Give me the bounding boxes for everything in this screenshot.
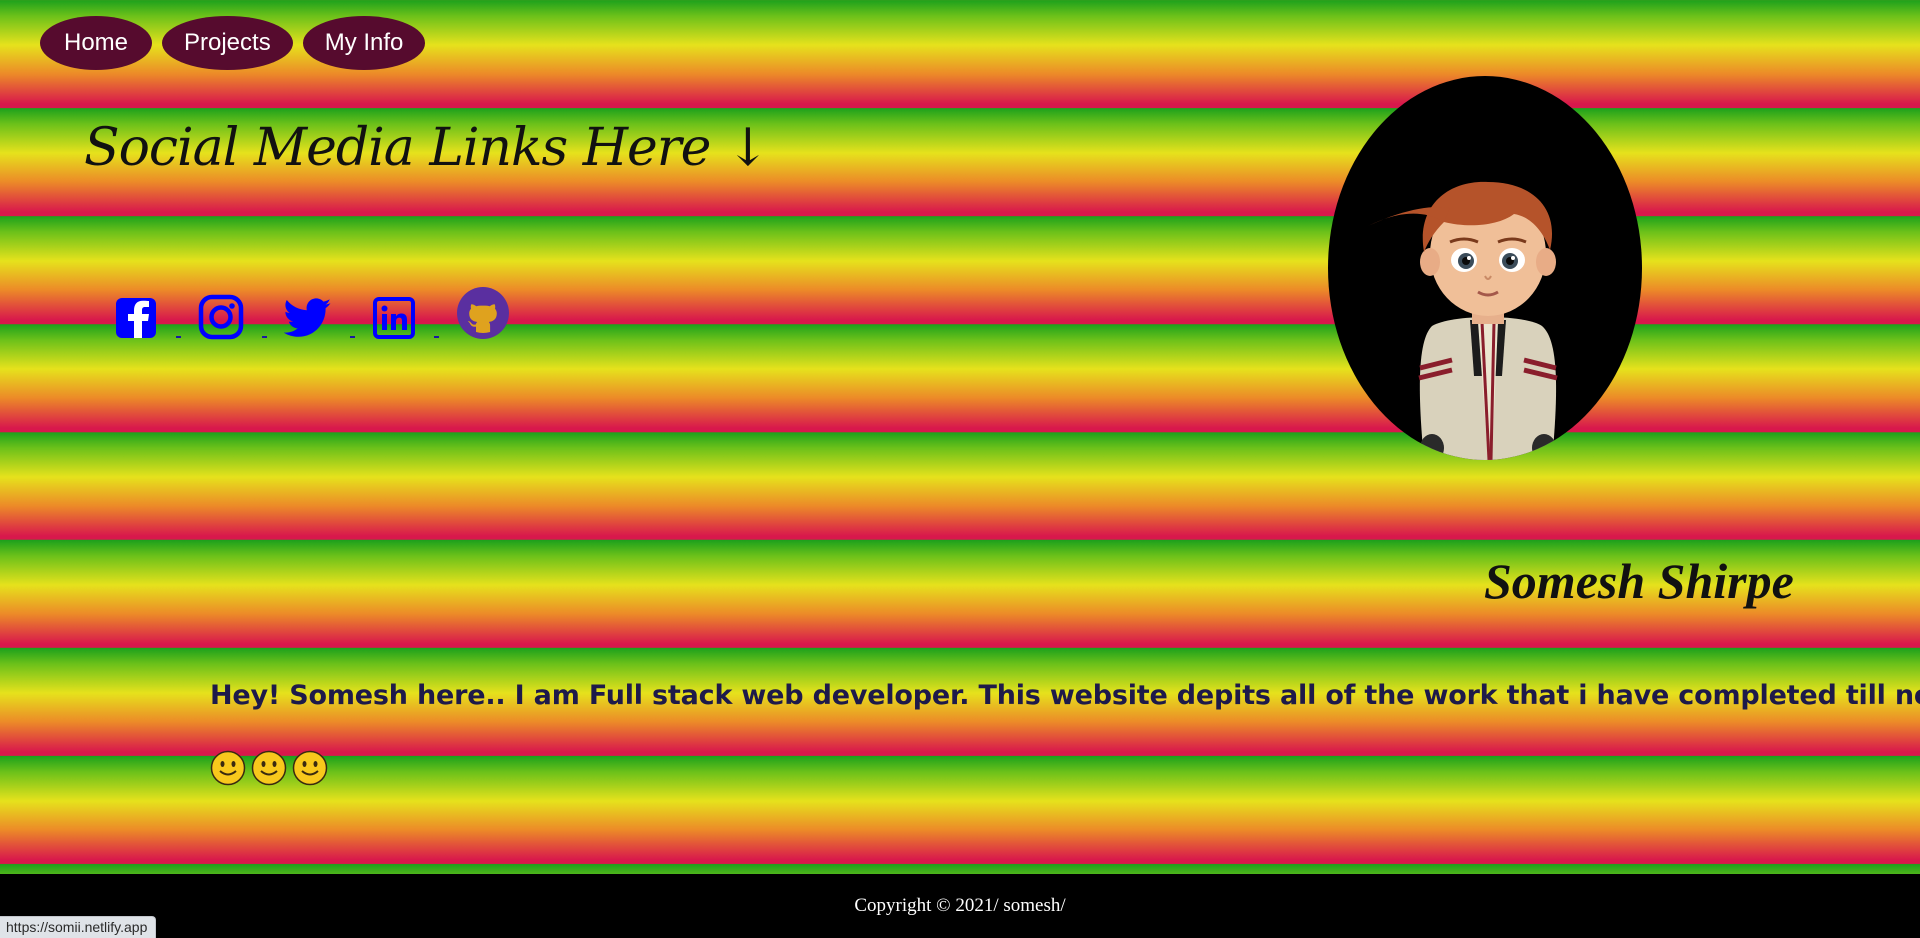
facebook-link[interactable] bbox=[114, 296, 158, 340]
social-links bbox=[114, 286, 510, 340]
separator bbox=[244, 336, 284, 338]
profile-name: Somesh Shirpe bbox=[1484, 553, 1794, 609]
nav-my-info-button[interactable]: My Info bbox=[302, 16, 426, 70]
smiley-icon bbox=[251, 750, 287, 786]
profile-bio: Hey! Somesh here.. I am Full stack web d… bbox=[210, 680, 1920, 711]
cartoon-boy-image bbox=[1368, 181, 1558, 460]
separator bbox=[158, 336, 198, 338]
status-bar-url: https://somii.netlify.app bbox=[0, 916, 157, 938]
instagram-icon bbox=[198, 294, 244, 340]
separator bbox=[416, 336, 456, 338]
github-icon bbox=[456, 286, 510, 340]
linkedin-link[interactable] bbox=[372, 296, 416, 340]
smiley-icon bbox=[210, 750, 246, 786]
linkedin-icon bbox=[372, 296, 416, 340]
twitter-link[interactable] bbox=[284, 298, 332, 340]
separator bbox=[332, 336, 372, 338]
copyright-text: Copyright © 2021/ somesh/ bbox=[854, 895, 1066, 916]
nav-projects-button[interactable]: Projects bbox=[162, 16, 293, 70]
twitter-icon bbox=[284, 298, 332, 340]
page-footer: Copyright © 2021/ somesh/ bbox=[0, 874, 1920, 938]
smiley-row bbox=[210, 750, 328, 786]
smiley-icon bbox=[292, 750, 328, 786]
profile-avatar bbox=[1328, 76, 1642, 460]
top-nav: Home Projects My Info bbox=[40, 16, 426, 70]
github-link[interactable] bbox=[456, 286, 510, 340]
instagram-link[interactable] bbox=[198, 294, 244, 340]
nav-home-button[interactable]: Home bbox=[40, 16, 152, 70]
social-links-heading: Social Media Links Here ↓ bbox=[84, 118, 770, 178]
facebook-icon bbox=[114, 296, 158, 340]
